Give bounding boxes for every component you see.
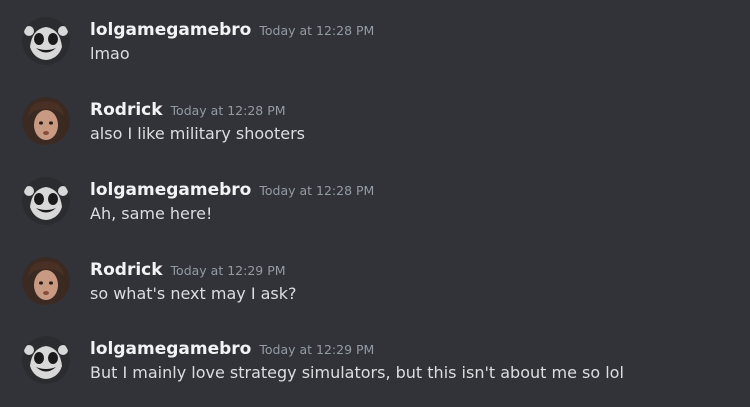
message-content: lmao	[90, 44, 130, 63]
mascot-avatar-icon[interactable]	[22, 336, 70, 384]
message-content: also I like military shooters	[90, 124, 305, 143]
timestamp: Today at 12:29 PM	[259, 342, 375, 357]
mascot-avatar-icon[interactable]	[22, 17, 70, 65]
timestamp: Today at 12:28 PM	[170, 103, 286, 118]
username[interactable]: Rodrick	[90, 100, 163, 120]
person-avatar-icon[interactable]	[22, 97, 70, 145]
username[interactable]: lolgamegamebro	[90, 20, 251, 40]
message-header: lolgamegamebro Today at 12:28 PM	[90, 19, 374, 42]
username[interactable]: lolgamegamebro	[90, 180, 251, 200]
chat-message-list: lolgamegamebro Today at 12:28 PM lmao Rod…	[0, 0, 750, 407]
timestamp: Today at 12:29 PM	[170, 263, 286, 278]
message-content: so what's next may I ask?	[90, 284, 297, 303]
message-header: Rodrick Today at 12:28 PM	[90, 99, 286, 122]
message-item: Rodrick Today at 12:29 PM so what's next …	[0, 257, 750, 327]
person-avatar-icon[interactable]	[22, 257, 70, 305]
timestamp: Today at 12:28 PM	[259, 183, 375, 198]
username[interactable]: lolgamegamebro	[90, 339, 251, 359]
message-item: lolgamegamebro Today at 12:28 PM Ah, same…	[0, 177, 750, 247]
message-header: Rodrick Today at 12:29 PM	[90, 259, 286, 282]
message-content: Ah, same here!	[90, 204, 213, 223]
message-item: lolgamegamebro Today at 12:29 PM But I ma…	[0, 336, 750, 406]
message-content: But I mainly love strategy simulators, b…	[90, 363, 624, 382]
username[interactable]: Rodrick	[90, 260, 163, 280]
mascot-avatar-icon[interactable]	[22, 177, 70, 225]
message-item: lolgamegamebro Today at 12:28 PM lmao	[0, 17, 750, 87]
message-header: lolgamegamebro Today at 12:29 PM	[90, 338, 374, 361]
message-header: lolgamegamebro Today at 12:28 PM	[90, 179, 374, 202]
message-item: Rodrick Today at 12:28 PM also I like mil…	[0, 97, 750, 167]
timestamp: Today at 12:28 PM	[259, 23, 375, 38]
